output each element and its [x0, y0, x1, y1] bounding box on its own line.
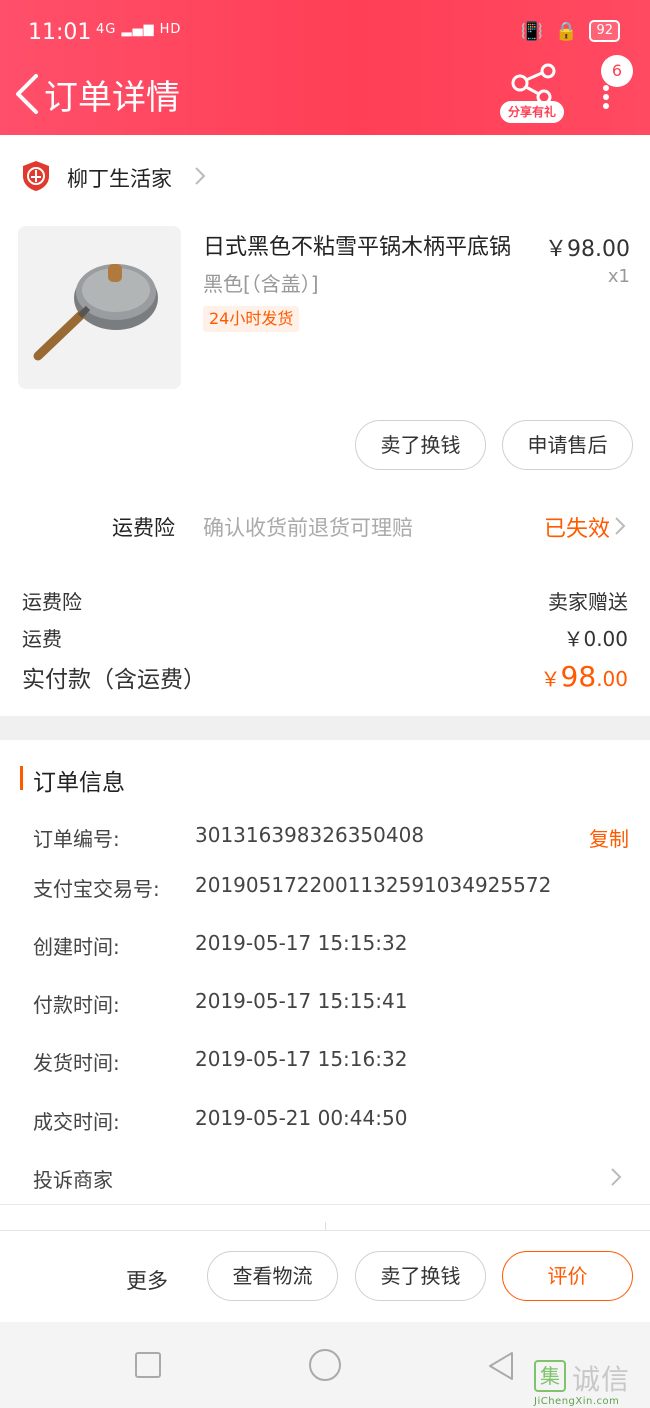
product-image[interactable]: [18, 226, 181, 389]
total-label: 实付款（含运费）: [22, 667, 206, 693]
info-label: 订单编号:: [33, 827, 120, 851]
divider: [0, 1204, 650, 1205]
product-quantity: x1: [607, 266, 630, 287]
shipping-tag: 24小时发货: [203, 306, 300, 332]
lock-icon: 🔒: [555, 20, 578, 42]
notification-badge[interactable]: 6: [601, 55, 633, 87]
fee-label: 运费: [22, 627, 62, 651]
status-time: 11:01: [28, 20, 92, 45]
complaint-label: 投诉商家: [33, 1168, 113, 1192]
info-label: 付款时间:: [33, 993, 120, 1017]
alipay-trade-row: 支付宝交易号: 2019051722001132591034925572: [33, 873, 629, 907]
more-button[interactable]: 更多: [126, 1265, 168, 1295]
network-indicator: 4G ▂▄▆ HD: [96, 22, 182, 37]
status-bar: 11:01 4G ▂▄▆ HD 📳 🔒 92: [0, 0, 650, 66]
pan-image: [18, 226, 181, 389]
product-sku: 黑色[（含盖）]: [203, 272, 319, 296]
bottom-action-bar: 更多 查看物流 卖了换钱 评价: [0, 1230, 650, 1322]
insurance-description: 确认收货前退货可理赔: [203, 516, 413, 540]
fee-value: 卖家赠送: [548, 590, 628, 614]
back-triangle-icon[interactable]: [486, 1350, 516, 1382]
paid-time-row: 付款时间: 2019-05-17 15:15:41: [33, 989, 629, 1023]
more-menu-icon[interactable]: [596, 84, 616, 110]
header: 11:01 4G ▂▄▆ HD 📳 🔒 92 订单详情 分享有礼 6: [0, 0, 650, 135]
share-label: 分享有礼: [500, 101, 564, 123]
info-value: 2019-05-17 15:16:32: [195, 1047, 408, 1071]
chevron-right-icon: [195, 167, 206, 185]
signal-icon: ▂▄▆: [121, 22, 155, 37]
info-value: 301316398326350408: [195, 823, 425, 847]
watermark-text: 诚信: [572, 1363, 631, 1396]
chevron-right-icon: [611, 1168, 622, 1186]
enterprise-shop-icon: [23, 161, 49, 191]
total-amount: ￥98.00: [540, 660, 628, 693]
view-logistics-button[interactable]: 查看物流: [207, 1251, 338, 1301]
complain-seller-row[interactable]: 投诉商家: [33, 1162, 629, 1196]
watermark: 集 诚信 JiChengXin.com: [532, 1358, 650, 1408]
insurance-status: 已失效: [543, 517, 610, 542]
chevron-right-icon: [615, 517, 626, 535]
info-label: 创建时间:: [33, 935, 120, 959]
created-time-row: 创建时间: 2019-05-17 15:15:32: [33, 931, 629, 965]
apply-aftersale-button[interactable]: 申请售后: [502, 420, 633, 470]
shipping-insurance-row[interactable]: 运费险 确认收货前退货可理赔 已失效: [0, 500, 650, 552]
section-separator: [0, 716, 650, 740]
copy-button[interactable]: 复制: [589, 823, 629, 852]
recent-apps-icon[interactable]: [135, 1352, 161, 1378]
page-title: 订单详情: [44, 78, 180, 118]
info-label: 支付宝交易号:: [33, 877, 160, 901]
home-icon[interactable]: [309, 1349, 341, 1381]
completed-time-row: 成交时间: 2019-05-21 00:44:50: [33, 1106, 629, 1140]
battery-indicator: 92: [589, 20, 620, 42]
review-button[interactable]: 评价: [502, 1251, 633, 1301]
section-accent-bar: [20, 766, 23, 790]
vibrate-icon: 📳: [520, 20, 544, 42]
sell-for-cash-button[interactable]: 卖了换钱: [355, 1251, 486, 1301]
fee-value: ￥0.00: [563, 627, 628, 651]
watermark-logo: 集: [534, 1360, 566, 1392]
shipped-time-row: 发货时间: 2019-05-17 15:16:32: [33, 1047, 629, 1081]
info-value: 2019-05-21 00:44:50: [195, 1106, 408, 1130]
share-button[interactable]: 分享有礼: [500, 63, 564, 125]
info-value: 2019051722001132591034925572: [195, 873, 552, 897]
info-value: 2019-05-17 15:15:32: [195, 931, 408, 955]
status-icons: 📳 🔒 92: [521, 20, 620, 42]
share-icon: [511, 63, 556, 105]
shop-name[interactable]: 柳丁生活家: [67, 163, 172, 193]
info-value: 2019-05-17 15:15:41: [195, 989, 408, 1013]
product-price: ￥98.00: [545, 237, 630, 262]
info-label: 发货时间:: [33, 1051, 120, 1075]
product-title[interactable]: 日式黑色不粘雪平锅木柄平底锅: [203, 229, 511, 261]
back-arrow-icon[interactable]: [12, 72, 42, 116]
shop-row[interactable]: 柳丁生活家: [0, 150, 650, 206]
info-label: 成交时间:: [33, 1110, 120, 1134]
order-number-row: 订单编号: 301316398326350408 复制: [33, 823, 629, 857]
order-info-title: 订单信息: [33, 770, 125, 796]
watermark-url: JiChengXin.com: [534, 1396, 620, 1407]
insurance-label: 运费险: [112, 516, 175, 540]
divider-tick: [325, 1222, 326, 1230]
sell-for-cash-button[interactable]: 卖了换钱: [355, 420, 486, 470]
fee-label: 运费险: [22, 590, 82, 614]
